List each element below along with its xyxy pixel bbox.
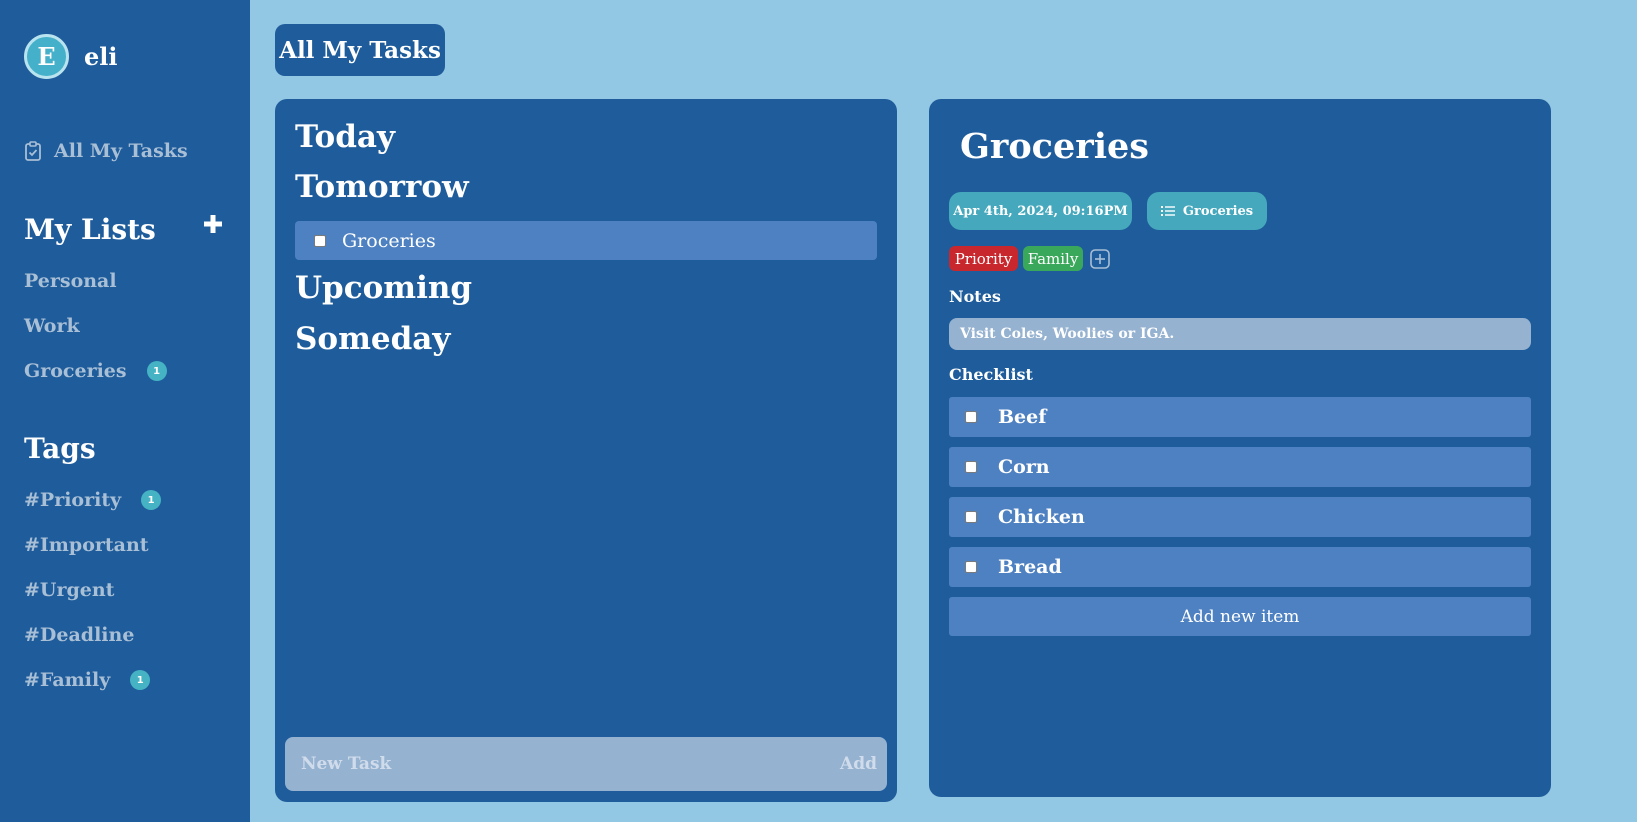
list-name-label: Groceries	[1182, 203, 1254, 219]
list-select-button[interactable]: Groceries	[1147, 192, 1267, 230]
group-upcoming[interactable]: Upcoming	[295, 270, 472, 306]
checklist-item[interactable]: Corn	[949, 447, 1531, 487]
page-title-button[interactable]: All My Tasks	[275, 24, 445, 76]
task-panel: Today Tomorrow Groceries Upcoming Someda…	[275, 99, 897, 802]
group-someday[interactable]: Someday	[295, 321, 450, 357]
tag-chip-priority[interactable]: Priority	[949, 246, 1018, 271]
checklist-checkbox[interactable]	[965, 561, 977, 573]
checklist-item-label: Corn	[998, 456, 1050, 478]
notes-field[interactable]: Visit Coles, Woolies or IGA.	[949, 318, 1531, 350]
sidebar-tag-label: #Deadline	[24, 624, 135, 646]
user-profile[interactable]: E eli	[24, 34, 118, 79]
checklist-item-label: Beef	[998, 406, 1047, 428]
sidebar-tag-priority[interactable]: #Priority 1	[24, 489, 162, 511]
add-list-plus-icon[interactable]	[203, 214, 223, 234]
sidebar-tag-important[interactable]: #Important	[24, 534, 149, 556]
group-tomorrow[interactable]: Tomorrow	[295, 169, 469, 205]
checklist-item[interactable]: Beef	[949, 397, 1531, 437]
sidebar-tag-label: #Important	[24, 534, 149, 556]
group-today[interactable]: Today	[295, 119, 395, 155]
username: eli	[84, 42, 118, 71]
add-tag-plus-icon[interactable]	[1090, 249, 1110, 269]
list-icon	[1160, 206, 1175, 216]
checklist-checkbox[interactable]	[965, 411, 977, 423]
due-date-button[interactable]: Apr 4th, 2024, 09:16PM	[949, 192, 1132, 230]
sidebar-list-label: Groceries	[24, 360, 127, 382]
add-task-button[interactable]: Add	[840, 754, 877, 774]
sidebar-list-groceries[interactable]: Groceries 1	[24, 360, 167, 382]
count-badge: 1	[146, 361, 167, 381]
nav-all-my-tasks-label: All My Tasks	[54, 140, 188, 162]
sidebar: E eli All My Tasks My Lists Personal Wor…	[0, 0, 250, 822]
sidebar-list-work[interactable]: Work	[24, 315, 80, 337]
tag-chip-family[interactable]: Family	[1023, 246, 1083, 271]
sidebar-tag-deadline[interactable]: #Deadline	[24, 624, 134, 646]
new-task-bar: Add	[285, 737, 887, 791]
sidebar-list-label: Personal	[24, 270, 117, 292]
checklist-item[interactable]: Bread	[949, 547, 1531, 587]
sidebar-tag-label: #Family	[24, 669, 111, 691]
task-detail-panel: Groceries Apr 4th, 2024, 09:16PM Groceri…	[929, 99, 1551, 797]
nav-all-my-tasks[interactable]: All My Tasks	[24, 140, 188, 162]
due-date-label: Apr 4th, 2024, 09:16PM	[953, 203, 1128, 219]
sidebar-list-personal[interactable]: Personal	[24, 270, 117, 292]
count-badge: 1	[141, 490, 162, 510]
checklist-item-label: Chicken	[998, 506, 1085, 528]
count-badge: 1	[130, 670, 151, 690]
sidebar-tag-family[interactable]: #Family 1	[24, 669, 151, 691]
task-row[interactable]: Groceries	[295, 221, 877, 260]
checklist-checkbox[interactable]	[965, 511, 977, 523]
checklist-checkbox[interactable]	[965, 461, 977, 473]
avatar[interactable]: E	[24, 34, 69, 79]
checklist-label: Checklist	[949, 365, 1033, 384]
sidebar-list-label: Work	[24, 315, 80, 337]
clipboard-check-icon	[25, 141, 41, 161]
sidebar-tag-label: #Urgent	[24, 579, 115, 601]
add-checklist-item-button[interactable]: Add new item	[949, 597, 1531, 636]
task-detail-title[interactable]: Groceries	[960, 126, 1149, 167]
task-label: Groceries	[342, 229, 436, 252]
sidebar-tag-urgent[interactable]: #Urgent	[24, 579, 114, 601]
task-checkbox[interactable]	[314, 234, 326, 247]
tags-heading: Tags	[24, 432, 96, 465]
sidebar-tag-label: #Priority	[24, 489, 122, 511]
new-task-input[interactable]	[301, 754, 781, 774]
checklist-item[interactable]: Chicken	[949, 497, 1531, 537]
notes-label: Notes	[949, 287, 1001, 306]
checklist-item-label: Bread	[998, 556, 1062, 578]
my-lists-heading: My Lists	[24, 213, 156, 246]
